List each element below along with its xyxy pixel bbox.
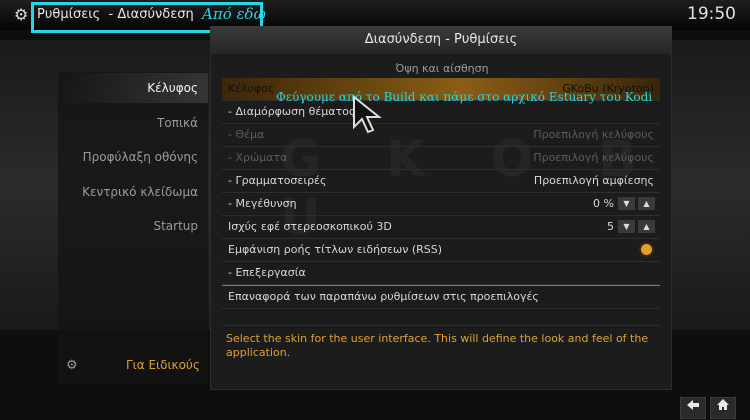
chevron-up-icon[interactable]: ▲	[638, 220, 655, 233]
setting-label: Επαναφορά των παραπάνω ρυθμίσεων στις πρ…	[228, 290, 539, 303]
settings-level-button[interactable]: Για Ειδικούς	[126, 358, 200, 372]
setting-label: - Διαμόρφωση θέματος	[228, 105, 356, 118]
annotation-title: Από εδώ	[202, 5, 266, 23]
setting-row-edit[interactable]: - Επεξεργασία	[222, 262, 660, 285]
setting-row-reset[interactable]: Επαναφορά των παραπάνω ρυθμίσεων στις πρ…	[222, 285, 660, 309]
setting-row-fonts[interactable]: - Γραμματοσειρές Προεπιλογή αμφίεσης	[222, 170, 660, 193]
setting-description: Select the skin for the user interface. …	[226, 332, 649, 359]
gear-icon[interactable]: ⚙	[66, 358, 78, 373]
radio-toggle[interactable]	[641, 244, 652, 255]
setting-label: - Γραμματοσειρές	[228, 174, 327, 187]
setting-value: Προεπιλογή κελύφους	[533, 151, 654, 164]
setting-value: Προεπιλογή κελύφους	[533, 128, 654, 141]
setting-row-theme-config[interactable]: - Διαμόρφωση θέματος	[222, 101, 660, 124]
setting-row-colors[interactable]: - Χρώματα Προεπιλογή κελύφους	[222, 147, 660, 170]
setting-label: - Θέμα	[228, 128, 265, 141]
sidebar-item-screensaver[interactable]: Προφύλαξη οθόνης	[83, 150, 198, 164]
chevron-down-icon[interactable]: ▼	[618, 197, 635, 210]
setting-value: 0 %	[593, 197, 614, 210]
sidebar-item-regional[interactable]: Τοπικά	[157, 116, 198, 130]
setting-row-theme[interactable]: - Θέμα Προεπιλογή κελύφους	[222, 124, 660, 147]
setting-label: Εμφάνιση ροής τίτλων ειδήσεων (RSS)	[228, 243, 443, 256]
chevron-up-icon[interactable]: ▲	[638, 197, 655, 210]
mouse-cursor-icon	[353, 95, 382, 134]
section-header: Όψη και αίσθηση	[395, 62, 489, 75]
setting-value: 5	[607, 220, 614, 233]
annotation-text: Φεύγουμε από το Build και πάμε στο αρχικ…	[276, 90, 653, 104]
setting-row-stereo-strength[interactable]: Ισχύς εφέ στερεοσκοπικού 3D 5 ▼ ▲	[222, 216, 660, 239]
sidebar-item-skin[interactable]: Κέλυφος	[147, 81, 198, 95]
panel-title: Διασύνδεση - Ρυθμίσεις	[364, 32, 518, 47]
setting-label: Ισχύς εφέ στερεοσκοπικού 3D	[228, 220, 392, 233]
back-arrow-icon[interactable]	[680, 397, 706, 419]
chevron-down-icon[interactable]: ▼	[618, 220, 635, 233]
home-icon[interactable]	[710, 397, 736, 419]
sidebar-item-startup[interactable]: Startup	[153, 219, 198, 233]
divider	[222, 325, 660, 326]
setting-row-rss[interactable]: Εμφάνιση ροής τίτλων ειδήσεων (RSS)	[222, 239, 660, 262]
setting-label: Κέλυφος	[228, 82, 275, 95]
setting-row-zoom[interactable]: - Μεγέθυνση 0 % ▼ ▲	[222, 193, 660, 216]
setting-value: Προεπιλογή αμφίεσης	[533, 174, 654, 187]
setting-label: - Επεξεργασία	[228, 266, 306, 279]
setting-label: - Χρώματα	[228, 151, 288, 164]
setting-label: - Μεγέθυνση	[228, 197, 297, 210]
sidebar-item-master-lock[interactable]: Κεντρικό κλείδωμα	[82, 185, 198, 199]
gear-icon[interactable]: ⚙	[14, 5, 28, 24]
clock: 19:50	[687, 4, 736, 24]
